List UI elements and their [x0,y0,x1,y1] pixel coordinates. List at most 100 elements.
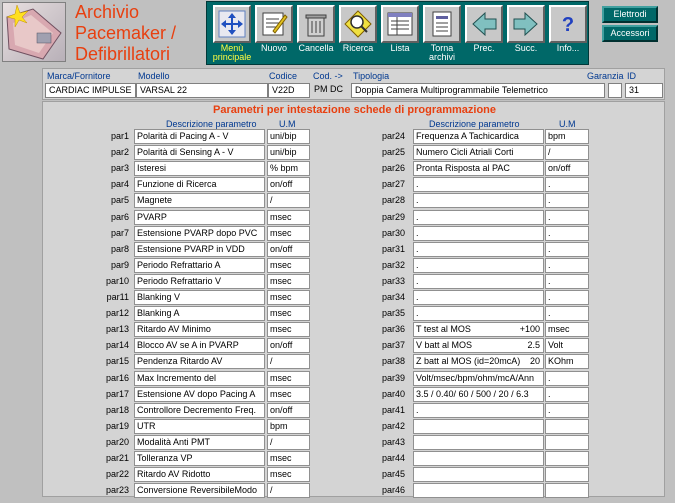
param-description-field[interactable]: Pronta Risposta al PAC [413,161,544,177]
table-row: par46 [43,483,666,499]
param-unit-field[interactable]: Volt [545,338,589,354]
param-description-field[interactable]: . [413,225,544,241]
param-description-field[interactable]: . [413,209,544,225]
table-row: par26 Pronta Risposta al PAC on/off [43,161,666,177]
param-unit-field[interactable] [545,467,589,483]
param-description-field[interactable]: . [413,193,544,209]
cancella-button[interactable] [297,5,335,43]
info-label: Info... [556,43,580,53]
param-description-field[interactable]: Frequenza A Tachicardica [413,129,544,144]
table-row: par31.. [43,241,666,257]
param-unit-field[interactable]: . [545,386,589,402]
lista-button[interactable] [381,5,419,43]
app-title: Archivio Pacemaker / Defibrillatori [75,2,176,65]
accessori-button[interactable]: Accessori [602,25,658,42]
table-row: par37 V batt al MOS 2.5 Volt [43,338,666,354]
param-id: par29 [381,211,405,222]
param-unit-field[interactable]: . [545,177,589,193]
param-description-field[interactable] [413,483,544,499]
param-unit-field[interactable]: . [545,193,589,209]
param-description-text: . [416,195,419,206]
cod-header: Cod. -> [313,71,343,81]
table-row: par42 [43,418,666,434]
param-value-text: +100 [519,324,540,335]
id-field[interactable]: 31 [625,83,663,98]
table-row: par25 Numero Cicli Atriali Corti / [43,145,666,161]
param-description-field[interactable]: Z batt al MOS (id=20mcA) 20 [413,354,544,370]
param-unit-field[interactable]: . [545,402,589,418]
param-description-field[interactable] [413,451,544,466]
param-unit-field[interactable]: msec [545,322,589,338]
info-button[interactable]: ? [549,5,587,43]
modello-field[interactable]: VARSAL 22 [136,83,268,98]
prec-button[interactable] [465,5,503,43]
param-id: par42 [381,420,405,431]
cod-field: PM DC [314,84,343,94]
param-unit-field[interactable]: . [545,257,589,273]
nuovo-label: Nuovo [260,43,287,53]
param-unit-field[interactable]: . [545,370,589,386]
param-description-field[interactable]: . [413,402,544,418]
param-unit-field[interactable]: on/off [545,161,589,177]
param-unit-field[interactable]: . [545,306,589,322]
table-row: par32.. [43,257,666,273]
param-unit-field[interactable]: bpm [545,129,589,144]
arrow-right-icon [513,11,538,37]
param-unit-field[interactable]: . [545,290,589,305]
param-unit-field[interactable]: / [545,145,589,161]
param-description-field[interactable] [413,434,544,450]
param-description-field[interactable]: . [413,273,544,289]
codice-field[interactable]: V22D [268,83,310,98]
param-description-field[interactable]: Volt/msec/bpm/ohm/mcA/Ann [413,370,544,386]
param-unit-field[interactable] [545,451,589,466]
param-id: par43 [381,436,405,447]
succ-button[interactable] [507,5,545,43]
tipologia-field[interactable]: Doppia Camera Multiprogrammabile Telemet… [351,83,605,98]
garanzia-field[interactable] [608,83,622,98]
param-unit-field[interactable] [545,483,589,499]
param-description-field[interactable]: . [413,241,544,257]
param-unit-field[interactable]: . [545,209,589,225]
param-id: par46 [381,485,405,496]
nuovo-button[interactable] [255,5,293,43]
param-unit-field[interactable] [545,418,589,434]
param-description-field[interactable]: . [413,306,544,322]
toolbar: Menù principale Nuovo Cancella Ricerca L… [206,1,589,65]
table-row: par36 T test al MOS +100 msec [43,322,666,338]
param-unit-field[interactable]: . [545,273,589,289]
arrow-left-icon [472,11,497,37]
torna-archivi-button[interactable] [423,5,461,43]
elettrodi-button[interactable]: Elettrodi [602,6,658,23]
modello-header: Modello [138,71,170,81]
param-description-field[interactable]: . [413,290,544,305]
lista-label: Lista [390,43,410,53]
table-row: par38 Z batt al MOS (id=20mcA) 20 KOhm [43,354,666,370]
param-unit-field[interactable]: . [545,241,589,257]
param-id: par31 [381,243,405,254]
new-note-icon [262,12,288,36]
param-description-field[interactable]: . [413,177,544,193]
param-description-field[interactable]: V batt al MOS 2.5 [413,338,544,354]
param-unit-field[interactable]: . [545,225,589,241]
param-description-field[interactable]: . [413,257,544,273]
table-row: par43 [43,434,666,450]
marca-field[interactable]: CARDIAC IMPULSE [45,83,136,98]
param-unit-field[interactable] [545,434,589,450]
table-row: par29.. [43,209,666,225]
param-unit-field[interactable]: KOhm [545,354,589,370]
ricerca-button[interactable] [339,5,377,43]
left-desc-header: Descrizione parametro [166,119,257,129]
arrows-cross-icon [218,10,246,38]
param-description-field[interactable] [413,418,544,434]
app-header: Archivio Pacemaker / Defibrillatori Menù… [0,0,675,66]
app-logo [2,2,66,62]
left-um-header: U.M [279,119,296,129]
menu-principale-button[interactable] [213,5,251,43]
param-description-field[interactable]: 3.5 / 0.40/ 60 / 500 / 20 / 6.3 [413,386,544,402]
param-description-field[interactable]: T test al MOS +100 [413,322,544,338]
param-value-text: 20 [529,356,540,367]
param-id: par24 [381,131,405,141]
cancella-label: Cancella [298,43,334,53]
param-description-field[interactable] [413,467,544,483]
param-description-field[interactable]: Numero Cicli Atriali Corti [413,145,544,161]
